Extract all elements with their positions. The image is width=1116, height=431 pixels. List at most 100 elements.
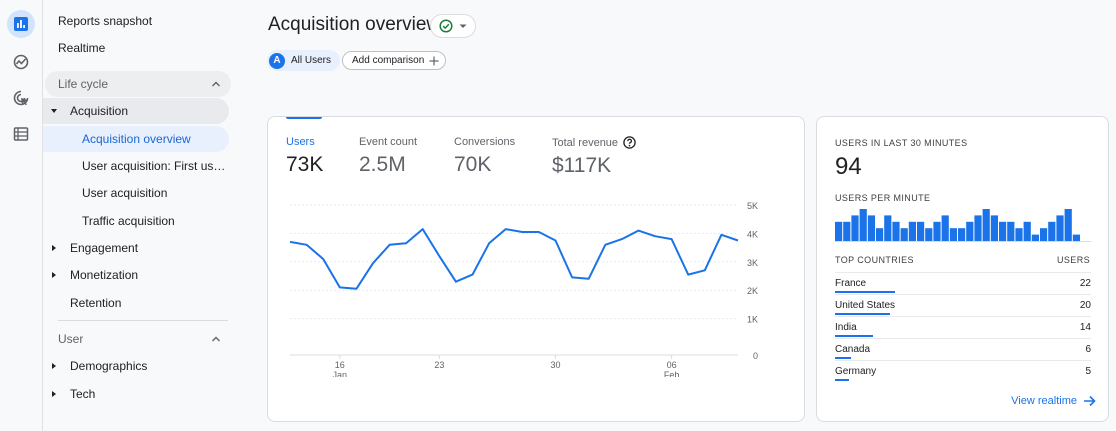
- country-users: 5: [1085, 366, 1091, 377]
- per-minute-bar: [1040, 228, 1048, 241]
- sidebar-item-monetization[interactable]: Monetization: [43, 262, 229, 288]
- advertising-nav-button[interactable]: [7, 84, 35, 112]
- per-minute-bar: [925, 228, 933, 241]
- metric-tab-conversions[interactable]: Conversions 70K: [454, 136, 515, 177]
- x-tick-day: 16: [335, 360, 345, 370]
- sidebar-item-label: Tech: [70, 387, 96, 401]
- sidebar-item-acquisition-overview[interactable]: Acquisition overview: [43, 126, 229, 152]
- country-name: Canada: [835, 344, 871, 355]
- configure-nav-button[interactable]: [7, 120, 35, 148]
- sidebar-item-user-acquisition[interactable]: User acquisition: [43, 180, 229, 206]
- main-content: Acquisition overview A All Users Add com…: [238, 0, 1116, 431]
- country-name: Germany: [835, 366, 877, 377]
- country-name: United States: [835, 300, 896, 311]
- metric-tab-event-count[interactable]: Event count 2.5M: [359, 136, 417, 177]
- country-name: France: [835, 278, 867, 289]
- per-minute-bar: [859, 209, 867, 241]
- per-minute-bar: [999, 221, 1007, 241]
- per-minute-bar: [974, 215, 982, 241]
- per-minute-bar: [917, 221, 925, 241]
- per-minute-bar: [835, 221, 843, 241]
- metric-tab-total-revenue[interactable]: Total revenue $117K: [552, 136, 636, 178]
- y-tick-label: 4K: [747, 229, 758, 239]
- chevron-up-icon: [212, 336, 220, 342]
- users-line-chart: 5K 4K 3K 2K 1K 0 16Jan 23 30 06Feb: [289, 201, 758, 377]
- x-tick-month: Feb: [664, 370, 680, 377]
- country-bar: [835, 335, 874, 337]
- per-minute-bar: [1072, 234, 1080, 241]
- metric-value: 73K: [286, 153, 324, 176]
- sidebar-item-tech[interactable]: Tech: [43, 381, 229, 407]
- add-comparison-label: Add comparison: [352, 55, 425, 66]
- caret-right-icon: [52, 245, 56, 251]
- comparison-avatar: A: [269, 52, 285, 69]
- per-minute-bar: [892, 221, 900, 241]
- country-row: Germany 5: [835, 360, 1091, 382]
- per-minute-bar: [1056, 215, 1064, 241]
- per-minute-bar: [851, 215, 859, 241]
- section-header-label: Life cycle: [58, 77, 109, 91]
- sidebar-item-label: Acquisition: [70, 104, 129, 118]
- comparison-chip-all-users[interactable]: A All Users: [267, 50, 341, 71]
- metric-label: Conversions: [454, 136, 515, 148]
- x-tick-month: Jan: [333, 370, 348, 377]
- per-minute-bar: [1007, 221, 1015, 241]
- sidebar-divider: [58, 320, 228, 321]
- icon-rail: [0, 0, 43, 431]
- country-users: 22: [1079, 278, 1091, 289]
- per-minute-bar: [966, 221, 974, 241]
- metric-label: Total revenue: [552, 136, 636, 149]
- caret-right-icon: [52, 363, 56, 369]
- sidebar-item-reports-snapshot[interactable]: Reports snapshot: [58, 8, 152, 34]
- sidebar-item-realtime[interactable]: Realtime: [58, 35, 105, 61]
- reports-nav-button[interactable]: [7, 10, 35, 38]
- realtime-user-count: 94: [835, 153, 862, 180]
- chevron-up-icon: [212, 81, 220, 87]
- add-comparison-button[interactable]: Add comparison: [342, 51, 447, 70]
- explore-nav-button[interactable]: [7, 48, 35, 76]
- sidebar-item-label: User acquisition: First user ...: [82, 159, 229, 173]
- users-column-header: USERS: [1056, 255, 1090, 265]
- sidebar-item-label: Demographics: [70, 359, 148, 373]
- help-circle-icon[interactable]: [623, 136, 636, 149]
- per-minute-bar: [949, 228, 957, 241]
- page-title: Acquisition overview: [268, 14, 441, 35]
- country-bar: [835, 313, 890, 315]
- metric-label-text: Conversions: [454, 136, 516, 148]
- section-header-user[interactable]: User: [45, 326, 231, 352]
- metric-value: 2.5M: [359, 153, 406, 176]
- sidebar-item-traffic-acquisition[interactable]: Traffic acquisition: [43, 208, 229, 234]
- sidebar-item-engagement[interactable]: Engagement: [43, 235, 229, 261]
- y-tick-label: 2K: [747, 286, 758, 296]
- metric-value: $117K: [552, 154, 612, 177]
- caret-right-icon: [52, 272, 56, 278]
- plus-icon: [429, 56, 439, 65]
- sidebar-item-demographics[interactable]: Demographics: [43, 353, 229, 379]
- country-row: India 14: [835, 316, 1091, 338]
- list-table-icon: [13, 127, 29, 141]
- sidebar-item-label: Acquisition overview: [82, 132, 191, 146]
- sidebar-item-acquisition[interactable]: Acquisition: [43, 98, 229, 124]
- metric-label: Event count: [359, 136, 417, 148]
- y-tick-label: 0: [753, 351, 758, 361]
- sidebar-item-retention[interactable]: Retention: [43, 290, 229, 316]
- per-minute-bar: [900, 228, 908, 241]
- country-users: 20: [1079, 300, 1091, 311]
- users-series-line: [289, 228, 739, 290]
- reports-sidebar: Reports snapshot Realtime Life cycle Acq…: [43, 0, 238, 431]
- country-row: United States 20: [835, 294, 1091, 316]
- per-minute-bar: [982, 209, 990, 241]
- report-status-dropdown[interactable]: [430, 14, 476, 38]
- per-minute-bar: [908, 221, 916, 241]
- sidebar-item-label: Monetization: [70, 268, 139, 282]
- realtime-card: USERS IN LAST 30 MINUTES 94 USERS PER MI…: [816, 116, 1109, 422]
- metric-label-text: Users: [286, 136, 315, 148]
- metric-tab-users[interactable]: Users 73K: [286, 136, 323, 177]
- users-per-minute-bar-chart: [835, 209, 1091, 242]
- per-minute-bar: [1015, 228, 1023, 241]
- view-realtime-link[interactable]: View realtime: [1011, 395, 1096, 407]
- sidebar-item-user-acquisition-first-user[interactable]: User acquisition: First user ...: [43, 153, 229, 179]
- x-tick-day: 06: [667, 360, 677, 370]
- active-tab-indicator: [286, 117, 322, 119]
- section-header-lifecycle[interactable]: Life cycle: [45, 71, 231, 97]
